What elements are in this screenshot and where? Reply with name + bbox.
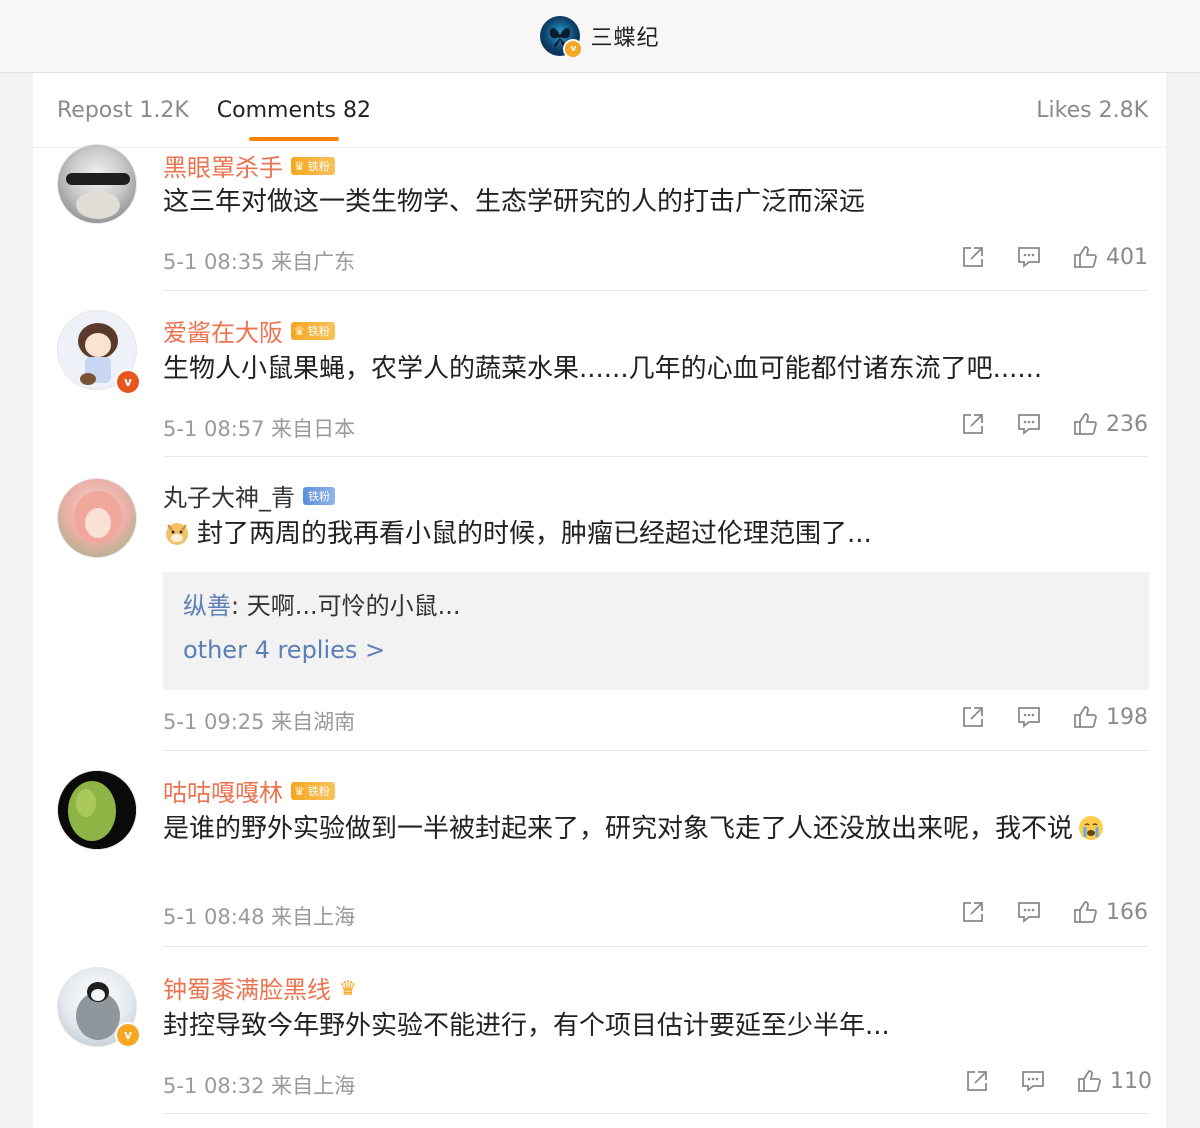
- comment-icon[interactable]: [1016, 411, 1042, 437]
- divider: [163, 290, 1148, 291]
- comment-text: 这三年对做这一类生物学、生态学研究的人的打击广泛而深远: [163, 187, 866, 217]
- top-bar: v 三蝶纪: [0, 0, 1200, 73]
- like-count: 166: [1106, 899, 1148, 925]
- crown-icon: ♛: [294, 158, 305, 173]
- account-avatar[interactable]: v: [540, 16, 584, 59]
- crown-icon: ♛: [339, 975, 357, 1000]
- like-icon[interactable]: [1072, 411, 1098, 437]
- bird-avatar-icon: [66, 173, 130, 219]
- commenter-name[interactable]: 丸子大神_青: [163, 478, 295, 513]
- crown-icon: ♛: [294, 783, 305, 798]
- commenter-name[interactable]: 爱酱在大阪: [163, 313, 283, 348]
- comment-icon[interactable]: [1016, 899, 1042, 925]
- verified-badge: v: [115, 369, 141, 395]
- tab-comments[interactable]: Comments 82: [217, 98, 371, 141]
- comment-meta: 5-1 08:57 来自日本: [163, 417, 356, 441]
- fan-badge: 铁粉: [303, 486, 335, 505]
- more-replies-link[interactable]: other 4 replies >: [183, 636, 385, 664]
- divider: [163, 1113, 1148, 1114]
- fan-badge-label: 铁粉: [307, 159, 330, 173]
- comment-actions: 401: [930, 244, 1148, 270]
- like-count: 110: [1110, 1068, 1152, 1094]
- commenter-name[interactable]: 咕咕嘎嘎林: [163, 773, 283, 808]
- like-icon[interactable]: [1076, 1068, 1102, 1094]
- verified-badge: v: [563, 39, 584, 59]
- commenter-avatar[interactable]: [57, 770, 137, 850]
- reply-text: : 天啊...可怜的小鼠...: [231, 592, 461, 620]
- comment-icon[interactable]: [1016, 704, 1042, 730]
- reply-author[interactable]: 纵善: [183, 592, 231, 620]
- fan-badge: ♛ 铁粉: [291, 781, 335, 800]
- melon-avatar-icon: [58, 771, 136, 849]
- comment-text: 是谁的野外实验做到一半被封起来了，研究对象飞走了人还没放出来呢，我不说: [163, 809, 1153, 849]
- comment-actions: 110: [934, 1068, 1152, 1094]
- comment-icon[interactable]: [1016, 244, 1042, 270]
- comment-actions: 166: [930, 899, 1148, 925]
- account-name[interactable]: 三蝶纪: [590, 20, 659, 52]
- divider: [163, 750, 1148, 751]
- like-count: 198: [1106, 704, 1148, 730]
- like-icon[interactable]: [1072, 899, 1098, 925]
- comment-meta: 5-1 08:35 来自广东: [163, 250, 356, 274]
- share-icon[interactable]: [960, 704, 986, 730]
- comment-text-body: 是谁的野外实验做到一半被封起来了，研究对象飞走了人还没放出来呢，我不说: [163, 814, 1074, 844]
- share-icon[interactable]: [960, 899, 986, 925]
- comments-panel: Repost 1.2K Comments 82 Likes 2.8K 黑眼罩杀手…: [33, 73, 1166, 1128]
- comment-text: 封控导致今年野外实验不能进行，有个项目估计要延至少半年...: [163, 1011, 890, 1041]
- commenter-avatar[interactable]: [57, 144, 137, 224]
- tab-likes[interactable]: Likes 2.8K: [1036, 98, 1148, 123]
- comment-meta: 5-1 08:48 来自上海: [163, 905, 356, 929]
- verified-badge: v: [115, 1022, 141, 1048]
- share-icon[interactable]: [960, 411, 986, 437]
- emoji-dog-icon: [166, 523, 188, 545]
- reply-box[interactable]: 纵善: 天啊...可怜的小鼠... other 4 replies >: [163, 572, 1149, 690]
- reply-line: 纵善: 天啊...可怜的小鼠...: [183, 586, 461, 621]
- like-count: 401: [1106, 244, 1148, 270]
- crown-icon: ♛: [294, 323, 305, 338]
- fan-badge-label: 铁粉: [307, 784, 330, 798]
- comment-item: v 钟蜀黍满脸黑线 ♛ 封控导致今年野外实验不能进行，有个项目估计要延至少半年.…: [33, 967, 1166, 1128]
- comment-actions: 236: [930, 411, 1148, 437]
- fan-badge: ♛ 铁粉: [291, 156, 335, 175]
- commenter-avatar[interactable]: [57, 478, 137, 558]
- emoji-crying-icon: [1079, 816, 1104, 840]
- comment-item: 丸子大神_青 铁粉 封了两周的我再看小鼠的时候，肿瘤已经超过伦理范围了... 纵…: [33, 478, 1166, 751]
- like-icon[interactable]: [1072, 244, 1098, 270]
- share-icon[interactable]: [964, 1068, 990, 1094]
- like-icon[interactable]: [1072, 704, 1098, 730]
- comment-text-body: 封了两周的我再看小鼠的时候，肿瘤已经超过伦理范围了...: [197, 519, 872, 549]
- share-icon[interactable]: [960, 244, 986, 270]
- fan-badge-label: 铁粉: [307, 324, 330, 338]
- comment-actions: 198: [930, 704, 1148, 730]
- comment-item: 黑眼罩杀手 ♛ 铁粉 这三年对做这一类生物学、生态学研究的人的打击广泛而深远 5-…: [33, 144, 1166, 291]
- comment-meta: 5-1 09:25 来自湖南: [163, 710, 356, 734]
- like-count: 236: [1106, 411, 1148, 437]
- girl-photo-avatar-icon: [74, 491, 122, 543]
- commenter-name[interactable]: 钟蜀黍满脸黑线: [163, 970, 331, 1005]
- commenter-name[interactable]: 黑眼罩杀手: [163, 148, 283, 183]
- divider: [163, 946, 1148, 947]
- comment-item: 咕咕嘎嘎林 ♛ 铁粉 是谁的野外实验做到一半被封起来了，研究对象飞走了人还没放出来…: [33, 770, 1166, 963]
- tab-repost[interactable]: Repost 1.2K: [57, 98, 189, 123]
- tab-bar: Repost 1.2K Comments 82 Likes 2.8K: [33, 73, 1166, 148]
- comment-meta: 5-1 08:32 来自上海: [163, 1074, 356, 1098]
- comment-icon[interactable]: [1020, 1068, 1046, 1094]
- divider: [163, 456, 1148, 457]
- comment-text: 生物人小鼠果蝇，农学人的蔬菜水果......几年的心血可能都付诸东流了吧....…: [163, 354, 1043, 384]
- comment-item: v 爱酱在大阪 ♛ 铁粉 生物人小鼠果蝇，农学人的蔬菜水果......几年的心血可…: [33, 310, 1166, 473]
- fan-badge: ♛ 铁粉: [291, 321, 335, 340]
- comment-text: 封了两周的我再看小鼠的时候，肿瘤已经超过伦理范围了...: [163, 514, 1153, 554]
